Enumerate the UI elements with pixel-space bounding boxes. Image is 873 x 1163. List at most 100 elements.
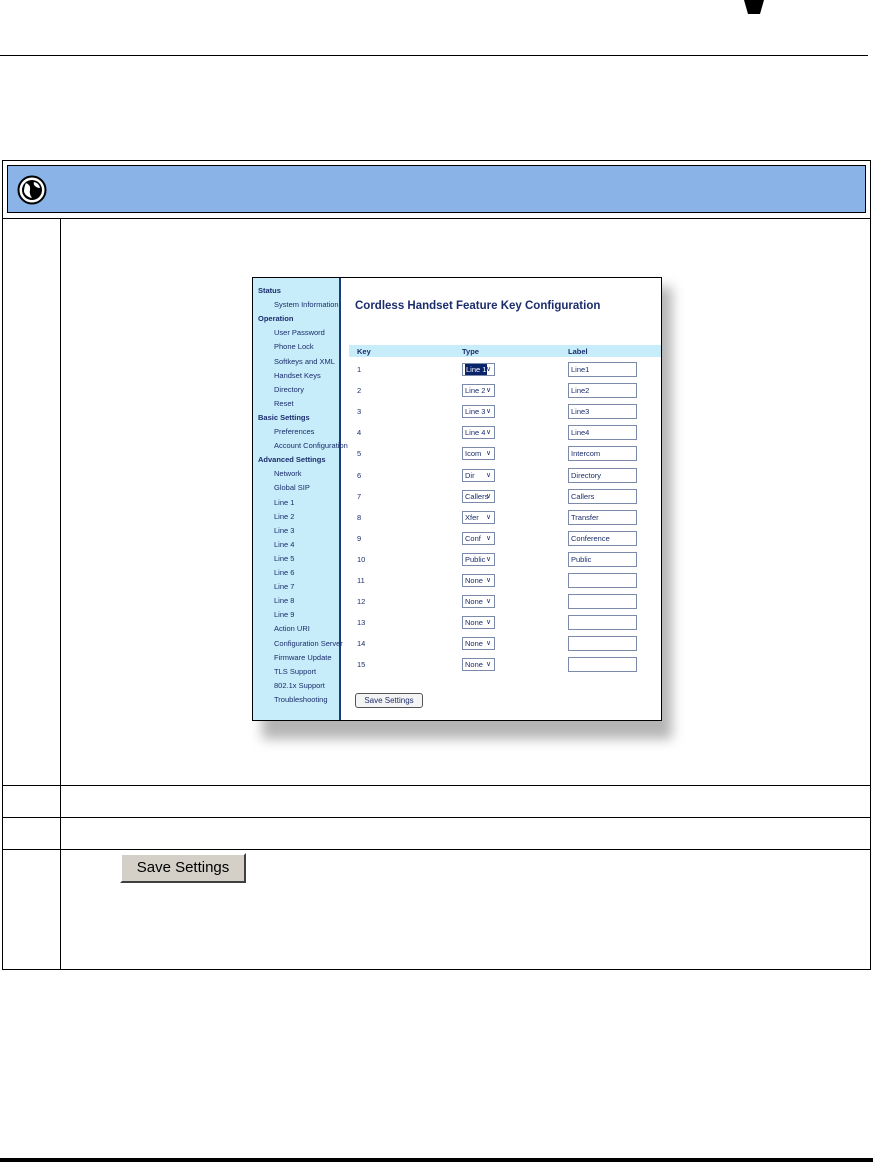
sidebar-item[interactable]: Line 7 (274, 582, 294, 591)
key-number: 4 (357, 428, 362, 438)
sidebar-item[interactable]: Line 4 (274, 540, 294, 549)
save-settings-button[interactable]: Save Settings (355, 693, 423, 708)
key-label-input[interactable]: Intercom (568, 446, 637, 462)
key-label-input[interactable] (568, 594, 637, 610)
sidebar-item[interactable]: Action URI (274, 624, 310, 633)
chevron-down-icon[interactable]: ∨ (484, 365, 493, 374)
key-label-input[interactable]: Conference (568, 530, 637, 546)
key-type-select[interactable]: Icom ∨ (462, 447, 495, 461)
key-type-select[interactable]: None ∨ (462, 595, 495, 609)
sidebar-item[interactable]: Reset (274, 399, 294, 408)
save-settings-button-large[interactable]: Save Settings (120, 853, 246, 883)
step-column-divider (60, 218, 61, 970)
sidebar-item[interactable]: Firmware Update (274, 653, 332, 662)
key-type-value: Line 3 (465, 407, 486, 417)
chevron-down-icon[interactable]: ∨ (484, 639, 493, 648)
key-label-input[interactable]: Line1 (568, 362, 637, 377)
key-number: 9 (357, 533, 362, 543)
chevron-down-icon[interactable]: ∨ (484, 660, 493, 669)
key-label-input[interactable] (568, 615, 637, 631)
chevron-down-icon[interactable]: ∨ (484, 428, 493, 437)
sidebar-item[interactable]: Handset Keys (274, 371, 321, 380)
key-label-input[interactable]: Callers (568, 488, 637, 504)
sidebar-item[interactable]: Network (274, 469, 302, 478)
key-label-input[interactable]: Line4 (568, 425, 637, 441)
sidebar-item[interactable]: Preferences (274, 427, 314, 436)
key-number: 3 (357, 407, 362, 417)
chevron-down-icon[interactable]: ∨ (484, 386, 493, 395)
key-type-select[interactable]: Public ∨ (462, 552, 495, 566)
key-type-select[interactable]: Line 1 ∨ (462, 363, 495, 376)
row-divider (3, 849, 870, 850)
key-type-select[interactable]: None ∨ (462, 637, 495, 651)
key-type-select[interactable]: Dir ∨ (462, 468, 495, 482)
key-type-select[interactable]: Callers ∨ (462, 489, 495, 503)
sidebar-item[interactable]: System Information (274, 300, 339, 309)
sidebar-item[interactable]: User Password (274, 328, 325, 337)
sidebar-item[interactable]: Directory (274, 385, 304, 394)
key-number: 5 (357, 449, 362, 459)
sidebar-item[interactable]: 802.1x Support (274, 681, 325, 690)
key-label-input[interactable]: Line3 (568, 404, 637, 420)
key-number: 14 (357, 639, 366, 649)
key-type-select[interactable]: Xfer ∨ (462, 510, 495, 524)
chevron-down-icon[interactable]: ∨ (484, 471, 493, 480)
sidebar-item[interactable]: TLS Support (274, 667, 316, 676)
sidebar-item[interactable]: Phone Lock (274, 342, 314, 351)
key-type-value: None (465, 618, 483, 628)
sidebar-item[interactable]: Line 6 (274, 568, 294, 577)
sidebar-item[interactable]: Line 1 (274, 498, 294, 507)
chevron-down-icon[interactable]: ∨ (484, 597, 493, 606)
key-label-input[interactable]: Transfer (568, 509, 637, 525)
key-type-value: None (465, 576, 483, 585)
key-number: 2 (357, 386, 362, 396)
key-type-value: None (465, 597, 483, 607)
key-type-select[interactable]: None ∨ (462, 616, 495, 630)
key-type-select[interactable]: None ∨ (462, 574, 495, 587)
key-number: 10 (357, 554, 366, 564)
row-divider (3, 817, 870, 818)
chevron-down-icon[interactable]: ∨ (484, 449, 493, 458)
key-label-input[interactable]: Public (568, 551, 637, 567)
sidebar-item[interactable]: Line 3 (274, 526, 294, 535)
key-number: 1 (357, 365, 362, 374)
sidebar-item[interactable]: Line 8 (274, 596, 294, 605)
key-label-input[interactable]: Directory (568, 467, 637, 483)
key-type-value: Line 2 (465, 386, 486, 396)
key-type-select[interactable]: Conf ∨ (462, 531, 495, 545)
page-title: Cordless Handset Feature Key Configurati… (355, 300, 601, 312)
sidebar-item[interactable]: Account Configuration (274, 441, 348, 450)
key-label-input[interactable] (568, 636, 637, 652)
sidebar-item[interactable]: Line 9 (274, 610, 294, 619)
key-type-select[interactable]: Line 3 ∨ (462, 405, 495, 419)
column-header-type: Type (462, 347, 479, 356)
key-label-input[interactable] (568, 573, 637, 588)
sidebar-item[interactable]: Configuration Server (274, 639, 343, 648)
key-number: 12 (357, 597, 366, 607)
key-type-select[interactable]: Line 2 ∨ (462, 384, 495, 398)
footer-rule (0, 1158, 873, 1162)
chevron-down-icon[interactable]: ∨ (484, 576, 493, 585)
chevron-down-icon[interactable]: ∨ (484, 513, 493, 522)
key-number: 6 (357, 470, 362, 480)
key-type-value: Public (465, 554, 486, 564)
key-type-select[interactable]: None ∨ (462, 658, 495, 672)
sidebar-item[interactable]: Global SIP (274, 483, 310, 492)
sidebar-item[interactable]: Line 5 (274, 554, 294, 563)
key-type-value: None (465, 660, 483, 670)
chevron-down-icon[interactable]: ∨ (484, 555, 493, 564)
web-ui-banner (7, 165, 866, 213)
key-label-input[interactable] (568, 657, 637, 673)
globe-icon (17, 175, 47, 205)
sidebar-item[interactable]: Line 2 (274, 512, 294, 521)
chevron-down-icon[interactable]: ∨ (484, 618, 493, 627)
sidebar-section-heading: Advanced Settings (258, 455, 326, 465)
chevron-down-icon[interactable]: ∨ (484, 492, 493, 501)
chevron-down-icon[interactable]: ∨ (484, 407, 493, 416)
key-label-input[interactable]: Line2 (568, 383, 637, 399)
chevron-down-icon[interactable]: ∨ (484, 534, 493, 543)
sidebar-item[interactable]: Troubleshooting (274, 695, 328, 704)
key-type-select[interactable]: Line 4 ∨ (462, 426, 495, 440)
sidebar-item[interactable]: Softkeys and XML (274, 357, 335, 366)
column-header-label: Label (568, 347, 588, 356)
